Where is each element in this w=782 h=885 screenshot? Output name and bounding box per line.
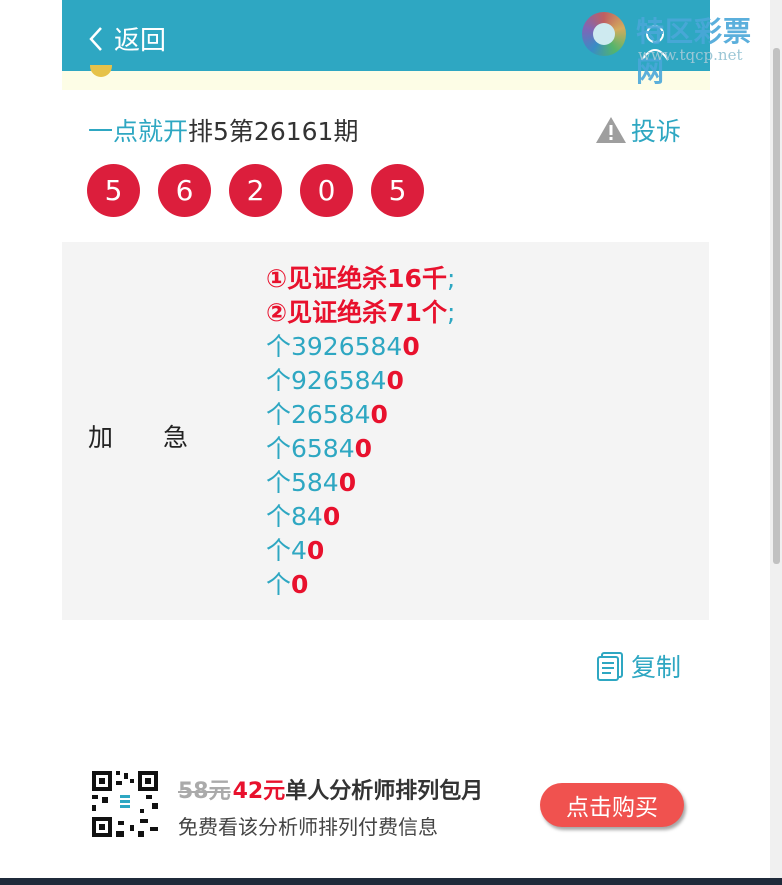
ball: 5 [87, 164, 140, 217]
back-button[interactable]: 返回 [88, 20, 166, 57]
notice-icon [90, 65, 112, 77]
buy-button[interactable]: 点击购买 [540, 783, 684, 827]
document-copy-icon [597, 652, 623, 681]
digit-line: 个840 [266, 502, 341, 531]
ball: 2 [229, 164, 282, 217]
digit-line: 个0 [266, 570, 309, 599]
copy-label: 复制 [631, 653, 682, 682]
watermark-circle-icon [582, 12, 626, 56]
category-label-char: 急 [163, 423, 189, 452]
bottom-edge-bar [0, 878, 782, 885]
chevron-left-icon [89, 26, 102, 51]
digit-line: 个265840 [266, 400, 388, 429]
promo-section: 58元42元单人分析师排列包月 免费看该分析师排列付费信息 点击购买 [90, 769, 690, 841]
digit-line: 个5840 [266, 468, 357, 497]
watermark-url: www.tqcp.net [638, 46, 743, 64]
draw-balls: 5 6 2 0 5 [87, 164, 442, 217]
ball: 6 [158, 164, 211, 217]
digit-line: 个65840 [266, 434, 373, 463]
qr-code-icon [90, 769, 160, 839]
digit-line: 个39265840 [266, 332, 420, 361]
copy-button[interactable]: 复制 [595, 648, 681, 684]
analyst-name-link[interactable]: 一点就开 [88, 117, 188, 146]
back-label: 返回 [114, 26, 167, 56]
digit-line: 个9265840 [266, 366, 404, 395]
promo-subtitle: 免费看该分析师排列付费信息 [178, 815, 438, 839]
complain-button[interactable]: 投诉 [595, 112, 681, 148]
warning-icon [596, 117, 626, 143]
category-label: 加急 [88, 418, 188, 454]
issue-title: 一点就开排5第26161期 [88, 112, 358, 148]
issue-number: 排5第26161期 [188, 117, 359, 146]
old-price: 58元 [178, 779, 231, 804]
watermark-logo: 特区彩票网 www.tqcp.net [580, 8, 780, 88]
prediction-panel: 加急 ①见证绝杀16千; ②见证绝杀71个; 个39265840 个926584… [62, 242, 709, 620]
scrollbar-thumb[interactable] [773, 48, 780, 564]
ball: 0 [300, 164, 353, 217]
kill-line: ②见证绝杀71个; [266, 298, 456, 327]
vertical-scrollbar[interactable] [770, 0, 782, 878]
notice-strip [62, 65, 710, 90]
ball: 5 [371, 164, 424, 217]
promo-title: 58元42元单人分析师排列包月 [178, 773, 483, 805]
kill-line: ①见证绝杀16千; [266, 264, 456, 293]
promo-name: 单人分析师排列包月 [285, 779, 484, 804]
complain-label: 投诉 [631, 117, 682, 146]
category-label-char: 加 [88, 423, 114, 452]
digit-line: 个40 [266, 536, 325, 565]
new-price: 42元 [232, 779, 286, 804]
prediction-lines: ①见证绝杀16千; ②见证绝杀71个; 个39265840 个9265840 个… [266, 262, 455, 602]
